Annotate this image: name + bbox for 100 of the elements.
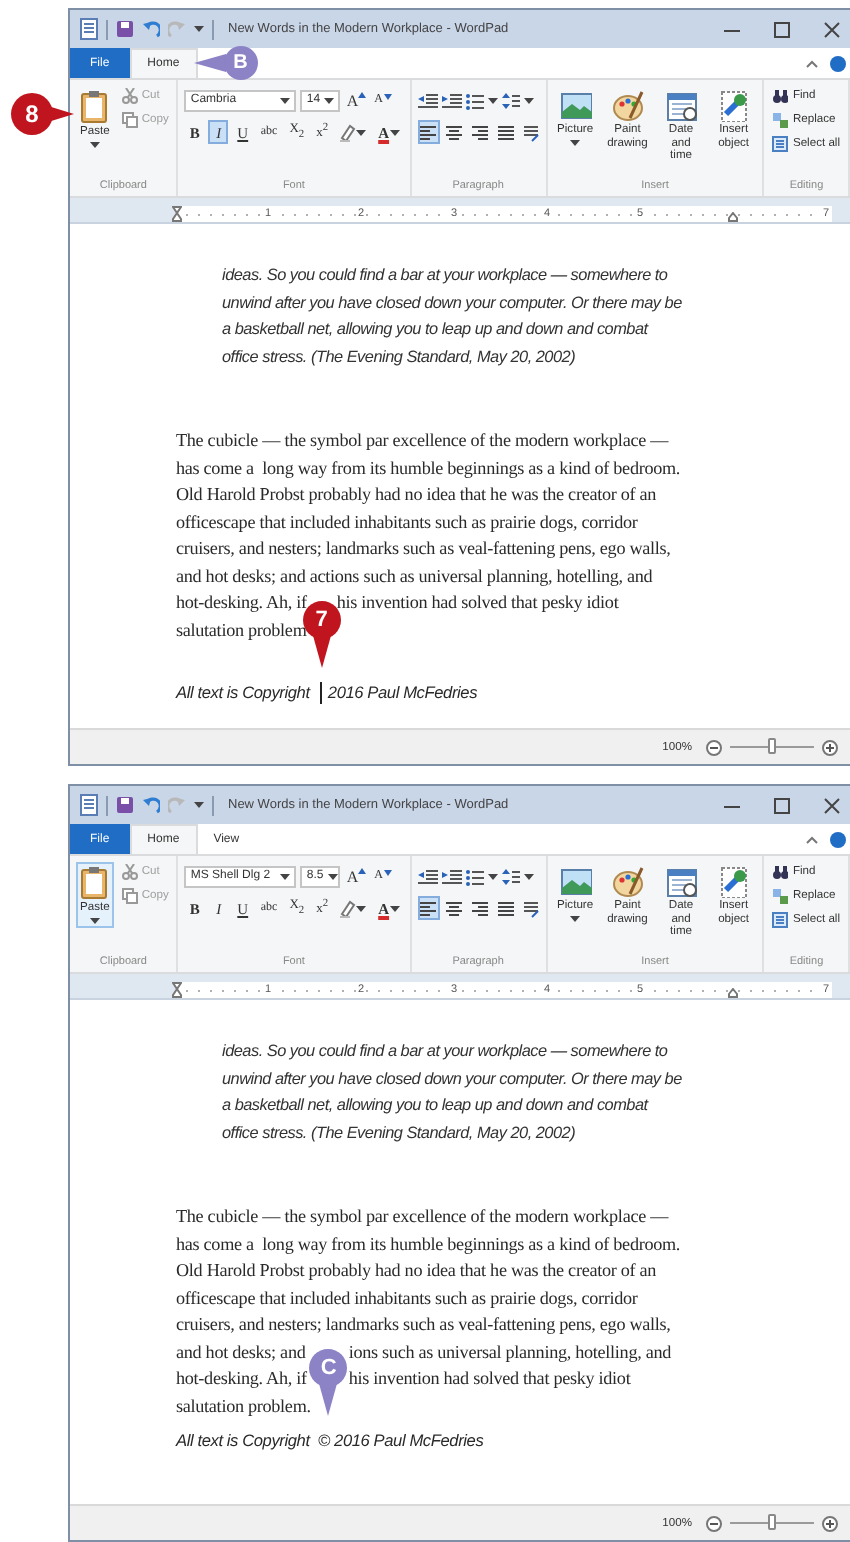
caret-icon [487, 97, 498, 103]
text-fragment: and hot desks; and [176, 1339, 306, 1365]
object-icon [717, 90, 750, 122]
redo-icon [168, 20, 186, 38]
copyright-text: All text is Copyright [176, 679, 313, 706]
align-center-icon [444, 123, 465, 141]
increase-indent-icon[interactable] [441, 867, 462, 885]
justify-icon [496, 899, 517, 917]
zoom-in-icon[interactable] [822, 1515, 838, 1531]
highlight-button[interactable] [336, 896, 371, 920]
justify-icon [496, 123, 517, 141]
align-left-button[interactable] [417, 896, 440, 920]
calendar-icon [665, 866, 698, 898]
step-callout: B [193, 46, 290, 80]
zoom-out-icon[interactable] [706, 1515, 722, 1531]
binoculars-icon [772, 864, 789, 880]
redo-icon [168, 796, 186, 814]
align-left-button[interactable] [417, 120, 440, 144]
caret-icon [570, 915, 581, 922]
text-line: Old Harold Probst probably had no idea that he was the creator of an [176, 1258, 657, 1284]
up-caret-icon [358, 91, 367, 97]
caret-icon [523, 873, 534, 879]
replace-icon [772, 112, 789, 128]
paragraph-settings-icon[interactable] [521, 123, 540, 141]
close-icon[interactable] [824, 797, 840, 813]
quote-paragraph: ideas. So you could find a bar at your workplace — somewhere to unwind after you have closed down your computer. Or there may be a basketball net, allowing you to leap up and down and combat office stress. (The Evening Standard, May 20, 2002) [222, 1040, 684, 1146]
increase-indent-icon[interactable] [441, 91, 462, 109]
maximize-icon[interactable] [774, 797, 790, 813]
text-line: has come a long way from its humble beginnings as a kind of bedroom. [176, 455, 681, 482]
text-line: and hot desks; and actions such as universal planning, hotelling, and [176, 563, 653, 590]
copy-icon [121, 112, 138, 128]
collapse-caret-icon[interactable] [806, 59, 818, 67]
caret-icon [324, 97, 335, 103]
indent-marker-icon[interactable] [172, 982, 182, 998]
copyright-text: 2016 Paul McFedries [327, 679, 478, 705]
text-fragment: his invention had solved that pesky idiot [336, 590, 619, 616]
bullet-list-icon[interactable] [465, 867, 484, 885]
calendar-icon [665, 90, 698, 122]
undo-icon[interactable] [142, 796, 160, 814]
binoculars-icon [772, 88, 789, 104]
decrease-indent-icon[interactable] [417, 867, 438, 885]
justify-button[interactable] [495, 120, 518, 144]
caret-icon [487, 873, 498, 879]
save-icon[interactable] [116, 20, 134, 38]
paint-icon [611, 90, 644, 122]
help-icon[interactable] [830, 831, 846, 847]
align-center-button[interactable] [443, 896, 466, 920]
zoom-slider-thumb[interactable] [768, 1514, 776, 1530]
align-right-button[interactable] [469, 120, 492, 144]
caret-icon [570, 139, 581, 146]
object-icon [717, 866, 750, 898]
align-center-button[interactable] [443, 120, 466, 144]
align-center-icon [444, 899, 465, 917]
text-fragment: hot-desking. Ah, if [176, 1366, 307, 1392]
clipboard-icon [80, 866, 109, 900]
line-spacing-icon[interactable] [501, 91, 520, 109]
step-callout: C [308, 1348, 349, 1417]
caret-icon [523, 97, 534, 103]
up-caret-icon [358, 867, 367, 873]
highlighter-icon [340, 899, 357, 917]
maximize-icon[interactable] [774, 21, 790, 37]
caret-icon [327, 873, 338, 879]
line-spacing-icon[interactable] [501, 867, 520, 885]
grow-font-button[interactable]: A [344, 91, 369, 109]
grow-font-button[interactable]: A [344, 867, 369, 885]
align-right-button[interactable] [469, 896, 492, 920]
text-line: salutation problem [176, 617, 307, 644]
zoom-slider-thumb[interactable] [768, 738, 776, 754]
align-left-icon [418, 123, 439, 141]
text-line: officescape that included inhabitants such as prairie dogs, corridor [176, 509, 638, 536]
align-right-icon [470, 123, 491, 141]
caret-icon [356, 905, 367, 911]
picture-icon [559, 90, 592, 122]
collapse-caret-icon[interactable] [806, 835, 818, 843]
paragraph-settings-icon[interactable] [521, 899, 540, 917]
text-line: The cubicle — the symbol par excellence of the modern workplace — [176, 1204, 669, 1230]
caret-icon [356, 129, 367, 135]
zoom-in-icon[interactable] [822, 739, 838, 755]
caret-icon [389, 905, 400, 911]
highlight-button[interactable] [336, 120, 371, 144]
text-fragment: his invention had solved that pesky idiot [348, 1366, 631, 1392]
save-icon[interactable] [116, 796, 134, 814]
caret-icon [389, 129, 400, 135]
justify-button[interactable] [495, 896, 518, 920]
text-line: officescape that included inhabitants such as prairie dogs, corridor [176, 1285, 638, 1312]
text-line: has come a long way from its humble beginnings as a kind of bedroom. [176, 1231, 681, 1258]
close-icon[interactable] [824, 21, 840, 37]
text-line: The cubicle — the symbol par excellence of the modern workplace — [176, 428, 669, 454]
paint-icon [611, 866, 644, 898]
highlighter-icon [340, 123, 357, 141]
indent-marker-icon[interactable] [172, 206, 182, 222]
undo-icon[interactable] [142, 20, 160, 38]
text-fragment: hot-desking. Ah, if [176, 590, 307, 616]
text-line: salutation problem. [176, 1393, 311, 1420]
caret-icon [89, 917, 100, 924]
zoom-out-icon[interactable] [706, 739, 722, 755]
text-line: cruisers, and nesters; landmarks such as veal-fattening pens, ego walls, [176, 1312, 671, 1338]
bullet-list-icon[interactable] [465, 91, 484, 109]
decrease-indent-icon[interactable] [417, 91, 438, 109]
help-icon[interactable] [830, 55, 846, 71]
